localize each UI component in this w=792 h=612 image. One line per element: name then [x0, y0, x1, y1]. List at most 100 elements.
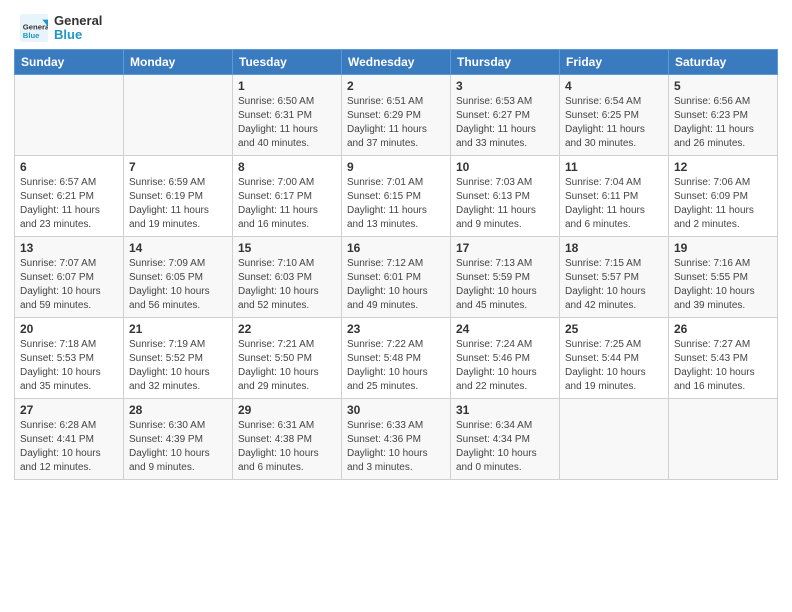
day-number: 25: [565, 322, 663, 336]
logo-icon: General Blue: [20, 14, 48, 42]
day-number: 30: [347, 403, 445, 417]
day-info: Sunrise: 7:16 AMSunset: 5:55 PMDaylight:…: [674, 257, 772, 313]
calendar-cell: 9 Sunrise: 7:01 AMSunset: 6:15 PMDaylight…: [342, 155, 451, 236]
calendar-week-row: 20Sunrise: 7:18 AMSunset: 5:53 PMDayligh…: [15, 317, 778, 398]
day-number: 8: [238, 160, 336, 174]
calendar-week-row: 1Sunrise: 6:50 AMSunset: 6:31 PMDaylight…: [15, 74, 778, 155]
day-info: Sunrise: 6:59 AMSunset: 6:19 PMDaylight:…: [129, 176, 227, 232]
day-number: 1: [238, 79, 336, 93]
calendar-cell: 17 Sunrise: 7:13 AMSunset: 5:59 PMDayligh…: [451, 236, 560, 317]
calendar-cell: 28 Sunrise: 6:30 AMSunset: 4:39 PMDayligh…: [124, 398, 233, 479]
calendar-cell: 30 Sunrise: 6:33 AMSunset: 4:36 PMDayligh…: [342, 398, 451, 479]
day-info: Sunrise: 7:21 AMSunset: 5:50 PMDaylight:…: [238, 338, 336, 394]
day-number: 6: [20, 160, 118, 174]
calendar-cell: 26Sunrise: 7:27 AMSunset: 5:43 PMDayligh…: [669, 317, 778, 398]
calendar-cell: 6 Sunrise: 6:57 AMSunset: 6:21 PMDaylight…: [15, 155, 124, 236]
calendar-cell: 29 Sunrise: 6:31 AMSunset: 4:38 PMDayligh…: [233, 398, 342, 479]
calendar-week-row: 6 Sunrise: 6:57 AMSunset: 6:21 PMDaylight…: [15, 155, 778, 236]
logo-line2: Blue: [54, 28, 102, 42]
weekday-header-cell: Thursday: [451, 49, 560, 74]
day-number: 23: [347, 322, 445, 336]
calendar-cell: 8 Sunrise: 7:00 AMSunset: 6:17 PMDaylight…: [233, 155, 342, 236]
day-number: 4: [565, 79, 663, 93]
calendar-cell: 18 Sunrise: 7:15 AMSunset: 5:57 PMDayligh…: [560, 236, 669, 317]
calendar-cell: 23 Sunrise: 7:22 AMSunset: 5:48 PMDayligh…: [342, 317, 451, 398]
calendar-cell: 21 Sunrise: 7:19 AMSunset: 5:52 PMDayligh…: [124, 317, 233, 398]
day-number: 31: [456, 403, 554, 417]
calendar-cell: 2 Sunrise: 6:51 AMSunset: 6:29 PMDaylight…: [342, 74, 451, 155]
calendar-cell: 27 Sunrise: 6:28 AMSunset: 4:41 PMDayligh…: [15, 398, 124, 479]
calendar-week-row: 13 Sunrise: 7:07 AMSunset: 6:07 PMDayligh…: [15, 236, 778, 317]
day-number: 13: [20, 241, 118, 255]
day-number: 19: [674, 241, 772, 255]
day-info: Sunrise: 7:18 AMSunset: 5:53 PMDaylight:…: [20, 338, 118, 394]
calendar-cell: [669, 398, 778, 479]
calendar-cell: 7 Sunrise: 6:59 AMSunset: 6:19 PMDaylight…: [124, 155, 233, 236]
day-info: Sunrise: 7:27 AMSunset: 5:43 PMDaylight:…: [674, 338, 772, 394]
day-info: Sunrise: 7:25 AMSunset: 5:44 PMDaylight:…: [565, 338, 663, 394]
day-number: 15: [238, 241, 336, 255]
calendar-cell: 16 Sunrise: 7:12 AMSunset: 6:01 PMDayligh…: [342, 236, 451, 317]
day-info: Sunrise: 7:01 AMSunset: 6:15 PMDaylight:…: [347, 176, 445, 232]
day-info: Sunrise: 7:22 AMSunset: 5:48 PMDaylight:…: [347, 338, 445, 394]
weekday-header-cell: Tuesday: [233, 49, 342, 74]
day-info: Sunrise: 7:19 AMSunset: 5:52 PMDaylight:…: [129, 338, 227, 394]
day-info: Sunrise: 6:57 AMSunset: 6:21 PMDaylight:…: [20, 176, 118, 232]
logo: General Blue GeneralBlue: [20, 14, 102, 43]
day-number: 24: [456, 322, 554, 336]
day-number: 7: [129, 160, 227, 174]
day-info: Sunrise: 7:15 AMSunset: 5:57 PMDaylight:…: [565, 257, 663, 313]
day-info: Sunrise: 6:28 AMSunset: 4:41 PMDaylight:…: [20, 419, 118, 475]
day-info: Sunrise: 6:34 AMSunset: 4:34 PMDaylight:…: [456, 419, 554, 475]
day-info: Sunrise: 6:30 AMSunset: 4:39 PMDaylight:…: [129, 419, 227, 475]
day-info: Sunrise: 6:53 AMSunset: 6:27 PMDaylight:…: [456, 95, 554, 151]
weekday-header-cell: Saturday: [669, 49, 778, 74]
day-info: Sunrise: 7:00 AMSunset: 6:17 PMDaylight:…: [238, 176, 336, 232]
calendar-cell: [560, 398, 669, 479]
header: General Blue GeneralBlue: [0, 0, 792, 49]
day-info: Sunrise: 6:51 AMSunset: 6:29 PMDaylight:…: [347, 95, 445, 151]
day-number: 16: [347, 241, 445, 255]
day-info: Sunrise: 7:13 AMSunset: 5:59 PMDaylight:…: [456, 257, 554, 313]
calendar-cell: 3 Sunrise: 6:53 AMSunset: 6:27 PMDaylight…: [451, 74, 560, 155]
calendar-cell: 13 Sunrise: 7:07 AMSunset: 6:07 PMDayligh…: [15, 236, 124, 317]
day-number: 28: [129, 403, 227, 417]
calendar-cell: 5 Sunrise: 6:56 AMSunset: 6:23 PMDaylight…: [669, 74, 778, 155]
logo-line1: General: [54, 14, 102, 28]
day-number: 21: [129, 322, 227, 336]
day-info: Sunrise: 7:10 AMSunset: 6:03 PMDaylight:…: [238, 257, 336, 313]
day-info: Sunrise: 7:12 AMSunset: 6:01 PMDaylight:…: [347, 257, 445, 313]
calendar-cell: 25 Sunrise: 7:25 AMSunset: 5:44 PMDayligh…: [560, 317, 669, 398]
calendar-cell: 15 Sunrise: 7:10 AMSunset: 6:03 PMDayligh…: [233, 236, 342, 317]
day-info: Sunrise: 6:33 AMSunset: 4:36 PMDaylight:…: [347, 419, 445, 475]
weekday-header-cell: Monday: [124, 49, 233, 74]
calendar-cell: 14Sunrise: 7:09 AMSunset: 6:05 PMDayligh…: [124, 236, 233, 317]
day-number: 29: [238, 403, 336, 417]
day-info: Sunrise: 7:04 AMSunset: 6:11 PMDaylight:…: [565, 176, 663, 232]
weekday-header-cell: Sunday: [15, 49, 124, 74]
day-number: 18: [565, 241, 663, 255]
day-info: Sunrise: 6:31 AMSunset: 4:38 PMDaylight:…: [238, 419, 336, 475]
calendar-cell: 10Sunrise: 7:03 AMSunset: 6:13 PMDayligh…: [451, 155, 560, 236]
day-number: 2: [347, 79, 445, 93]
day-number: 3: [456, 79, 554, 93]
day-info: Sunrise: 6:56 AMSunset: 6:23 PMDaylight:…: [674, 95, 772, 151]
svg-text:General: General: [23, 23, 48, 32]
calendar-cell: 31 Sunrise: 6:34 AMSunset: 4:34 PMDayligh…: [451, 398, 560, 479]
calendar-cell: 11 Sunrise: 7:04 AMSunset: 6:11 PMDayligh…: [560, 155, 669, 236]
day-info: Sunrise: 7:07 AMSunset: 6:07 PMDaylight:…: [20, 257, 118, 313]
calendar-cell: 19 Sunrise: 7:16 AMSunset: 5:55 PMDayligh…: [669, 236, 778, 317]
logo-text: GeneralBlue: [54, 14, 102, 43]
day-number: 11: [565, 160, 663, 174]
day-number: 27: [20, 403, 118, 417]
svg-text:Blue: Blue: [23, 31, 40, 40]
calendar-body: 1Sunrise: 6:50 AMSunset: 6:31 PMDaylight…: [15, 74, 778, 479]
day-number: 17: [456, 241, 554, 255]
day-number: 10: [456, 160, 554, 174]
calendar-cell: 1Sunrise: 6:50 AMSunset: 6:31 PMDaylight…: [233, 74, 342, 155]
calendar-cell: 12Sunrise: 7:06 AMSunset: 6:09 PMDayligh…: [669, 155, 778, 236]
day-number: 5: [674, 79, 772, 93]
calendar-cell: 22Sunrise: 7:21 AMSunset: 5:50 PMDayligh…: [233, 317, 342, 398]
day-number: 9: [347, 160, 445, 174]
calendar-cell: [124, 74, 233, 155]
